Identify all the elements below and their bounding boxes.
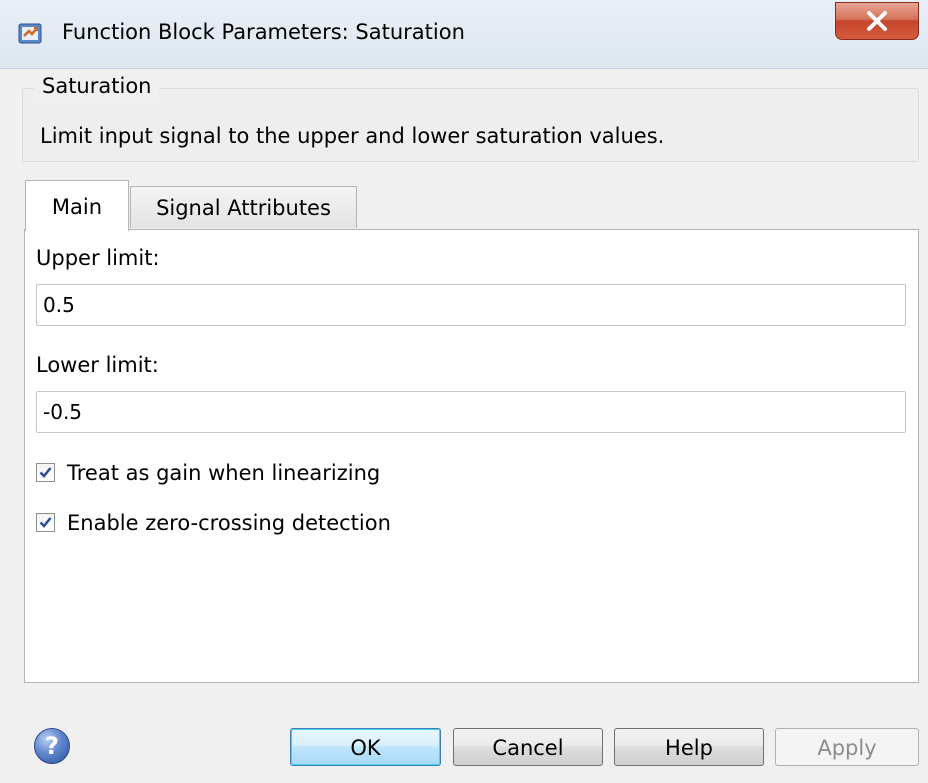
tab-main[interactable]: Main xyxy=(25,180,129,231)
lower-limit-label: Lower limit: xyxy=(36,353,159,377)
cancel-button[interactable]: Cancel xyxy=(453,728,603,766)
block-name-legend: Saturation xyxy=(34,70,160,102)
simulink-block-icon xyxy=(18,23,42,44)
close-button[interactable] xyxy=(835,2,919,40)
upper-limit-input[interactable] xyxy=(36,284,906,326)
lower-limit-input[interactable] xyxy=(36,391,906,433)
ok-button[interactable]: OK xyxy=(290,728,441,766)
tab-signal-attributes-label: Signal Attributes xyxy=(156,196,331,220)
title-bar[interactable]: Function Block Parameters: Saturation xyxy=(0,0,928,69)
zero-crossing-checkbox-row[interactable]: Enable zero-crossing detection xyxy=(36,508,456,538)
linearize-checkbox[interactable] xyxy=(36,463,55,482)
help-button[interactable]: Help xyxy=(614,728,764,766)
help-icon[interactable]: ? xyxy=(34,728,70,764)
checkmark-icon xyxy=(39,517,52,528)
tab-signal-attributes[interactable]: Signal Attributes xyxy=(130,186,357,228)
tab-main-label: Main xyxy=(51,195,103,219)
zero-crossing-checkbox[interactable] xyxy=(36,513,55,532)
upper-limit-label: Upper limit: xyxy=(36,246,160,270)
linearize-label: Treat as gain when linearizing xyxy=(67,461,381,485)
window-title: Function Block Parameters: Saturation xyxy=(62,20,465,44)
zero-crossing-label: Enable zero-crossing detection xyxy=(67,511,391,535)
close-icon xyxy=(867,11,887,31)
dialog-window: Function Block Parameters: Saturation Sa… xyxy=(0,0,928,783)
block-description: Limit input signal to the upper and lowe… xyxy=(40,124,665,148)
linearize-checkbox-row[interactable]: Treat as gain when linearizing xyxy=(36,458,456,488)
apply-button[interactable]: Apply xyxy=(775,728,919,766)
checkmark-icon xyxy=(39,467,52,478)
